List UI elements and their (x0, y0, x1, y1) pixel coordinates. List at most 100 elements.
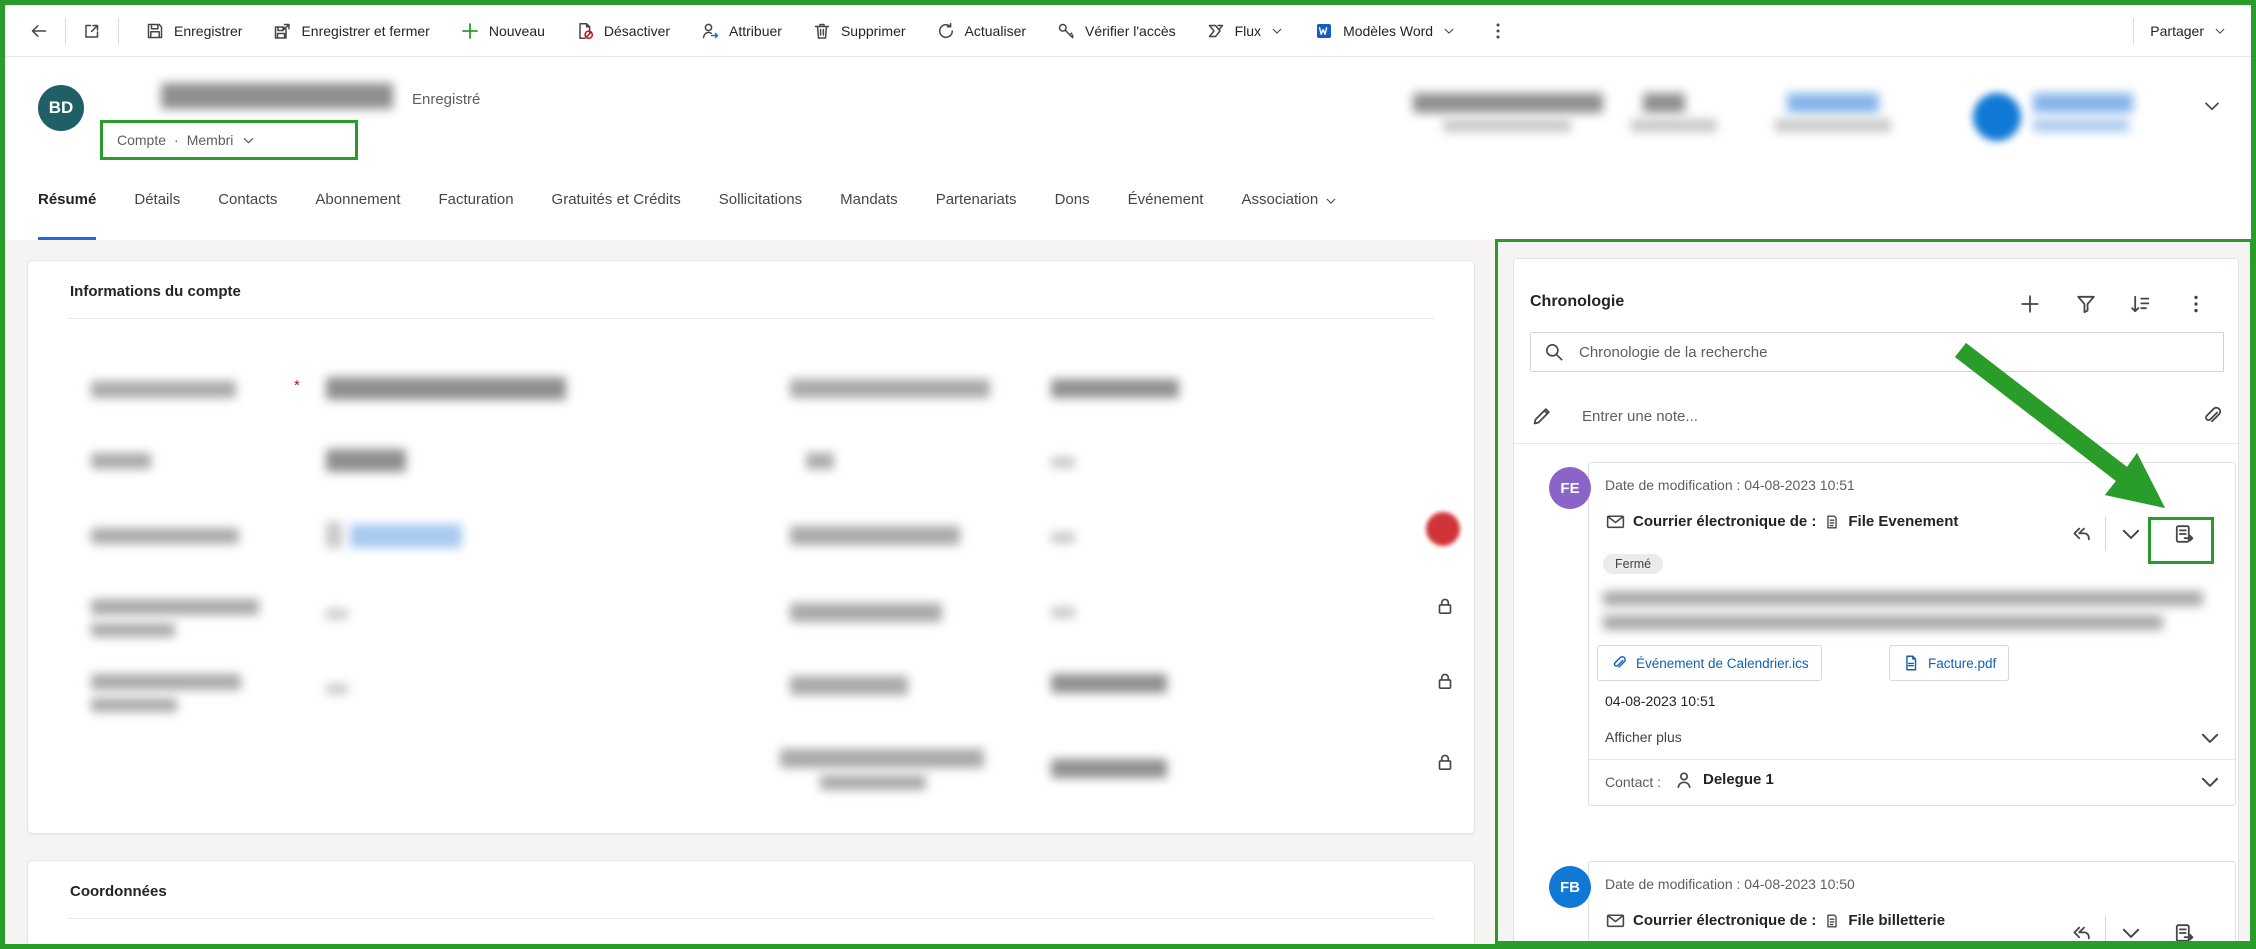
more-vertical-icon (1488, 21, 1508, 41)
reply-all-icon[interactable] (2069, 921, 2093, 945)
expand-chevron-icon[interactable] (2118, 521, 2144, 547)
timeline-entry-avatar: FB (1549, 866, 1591, 908)
tab-gratuites-credits[interactable]: Gratuités et Crédits (552, 191, 681, 240)
share-button[interactable]: Partager (2142, 17, 2235, 45)
redacted-header-subtext (1443, 119, 1571, 132)
command-bar: Enregistrer Enregistrer et fermer Nouvea… (5, 5, 2251, 57)
person-icon (1673, 769, 1695, 791)
timeline-more-button[interactable] (2182, 290, 2210, 318)
refresh-label: Actualiser (965, 23, 1026, 39)
redacted-field-label (91, 528, 239, 544)
tab-partenariats[interactable]: Partenariats (936, 191, 1017, 240)
timeline-sort-button[interactable] (2126, 290, 2154, 318)
redacted-field-value (1051, 607, 1075, 618)
tab-association[interactable]: Association (1241, 191, 1338, 240)
record-avatar: BD (38, 85, 84, 131)
popout-icon (82, 21, 102, 41)
redacted-field-value (1051, 759, 1167, 778)
paperclip-icon[interactable] (2200, 404, 2224, 428)
redacted-field-label (91, 698, 177, 712)
entry-subject-entity: File Evenement (1848, 513, 1958, 530)
entity-form-label: Membri (187, 132, 234, 148)
show-more-chevron-icon[interactable] (2197, 725, 2223, 751)
save-and-close-button[interactable]: Enregistrer et fermer (264, 15, 437, 47)
tab-sollicitations[interactable]: Sollicitations (719, 191, 802, 240)
redacted-field-label (91, 453, 151, 469)
form-tabs: Résumé Détails Contacts Abonnement Factu… (5, 175, 2251, 240)
redacted-field-label (91, 623, 175, 637)
refresh-button[interactable]: Actualiser (928, 15, 1034, 47)
contact-name[interactable]: Delegue 1 (1703, 771, 1774, 788)
redacted-field-value (326, 609, 348, 619)
timeline-add-button[interactable] (2016, 290, 2044, 318)
entity-type-annotation-box[interactable]: Compte · Membri (100, 120, 358, 160)
expand-chevron-icon[interactable] (2118, 920, 2144, 946)
note-input[interactable] (1580, 407, 2174, 426)
timeline-entry[interactable]: Date de modification : 04-08-2023 10:50 … (1588, 861, 2236, 947)
tab-details[interactable]: Détails (134, 191, 180, 240)
redacted-header-link (1787, 93, 1879, 113)
timeline-search-input[interactable] (1577, 343, 2211, 362)
popout-button[interactable] (74, 15, 110, 47)
key-icon (1056, 21, 1076, 41)
word-templates-button[interactable]: Modèles Word (1306, 15, 1464, 47)
tab-mandats[interactable]: Mandats (840, 191, 898, 240)
tab-dons[interactable]: Dons (1055, 191, 1090, 240)
show-more-link[interactable]: Afficher plus (1605, 729, 1682, 745)
tab-contacts[interactable]: Contacts (218, 191, 277, 240)
account-info-card: Informations du compte * (27, 260, 1475, 834)
redacted-header-subtext (1631, 119, 1717, 132)
email-icon (1605, 910, 1626, 931)
attachment-chip-pdf[interactable]: Facture.pdf (1889, 645, 2009, 681)
flow-button[interactable]: Flux (1198, 15, 1292, 47)
entry-status-badge: Fermé (1603, 944, 1663, 947)
redacted-field-label (790, 603, 942, 622)
assign-icon (700, 21, 720, 41)
tab-abonnement[interactable]: Abonnement (315, 191, 400, 240)
word-templates-label: Modèles Word (1343, 23, 1433, 39)
entry-subject: Courrier électronique de : File Evenemen… (1605, 511, 1958, 532)
back-button[interactable] (21, 15, 57, 47)
chevron-down-icon (241, 133, 256, 148)
reply-all-icon[interactable] (2069, 522, 2093, 546)
toolbar-divider (118, 18, 119, 44)
redacted-owner-avatar (1973, 93, 2021, 141)
tab-association-label: Association (1241, 191, 1318, 208)
word-icon (1314, 21, 1334, 41)
timeline-card: Chronologie FE Date de modification : 04… (1513, 258, 2239, 947)
redacted-email-body (1603, 615, 2163, 630)
chevron-down-icon (1442, 24, 1456, 38)
timeline-filter-button[interactable] (2072, 290, 2100, 318)
plus-icon (460, 21, 480, 41)
timeline-entry[interactable]: Date de modification : 04-08-2023 10:51 … (1588, 462, 2236, 806)
open-note-icon[interactable] (2172, 921, 2196, 945)
tab-resume[interactable]: Résumé (38, 191, 96, 240)
attachment-name: Événement de Calendrier.ics (1636, 656, 1809, 671)
redacted-record-name (161, 83, 393, 109)
save-button[interactable]: Enregistrer (137, 15, 250, 47)
saved-status: Enregistré (412, 91, 480, 108)
tab-evenement[interactable]: Événement (1128, 191, 1204, 240)
save-icon (145, 21, 165, 41)
redacted-header-field (1413, 93, 1603, 113)
required-marker: * (294, 377, 300, 394)
open-note-annotation-box (2148, 517, 2214, 564)
flow-label: Flux (1235, 23, 1261, 39)
check-access-button[interactable]: Vérifier l'accès (1048, 15, 1184, 47)
save-close-icon (272, 21, 292, 41)
more-commands-button[interactable] (1480, 15, 1516, 47)
new-button[interactable]: Nouveau (452, 15, 553, 47)
delete-button[interactable]: Supprimer (804, 15, 914, 47)
contact-label: Contact : (1605, 774, 1661, 790)
entry-subject-prefix: Courrier électronique de : (1633, 513, 1816, 530)
collapse-header-chevron-icon[interactable] (2201, 95, 2223, 117)
attachment-chip-ics[interactable]: Événement de Calendrier.ics (1597, 645, 1822, 681)
tab-facturation[interactable]: Facturation (439, 191, 514, 240)
assign-button[interactable]: Attribuer (692, 15, 790, 47)
redacted-field-label (790, 379, 990, 398)
deactivate-button[interactable]: Désactiver (567, 15, 678, 47)
redacted-field-label (91, 674, 241, 690)
redacted-field-label (780, 749, 984, 768)
entity-type-label: Compte (117, 132, 166, 148)
contact-chevron-icon[interactable] (2197, 769, 2223, 795)
